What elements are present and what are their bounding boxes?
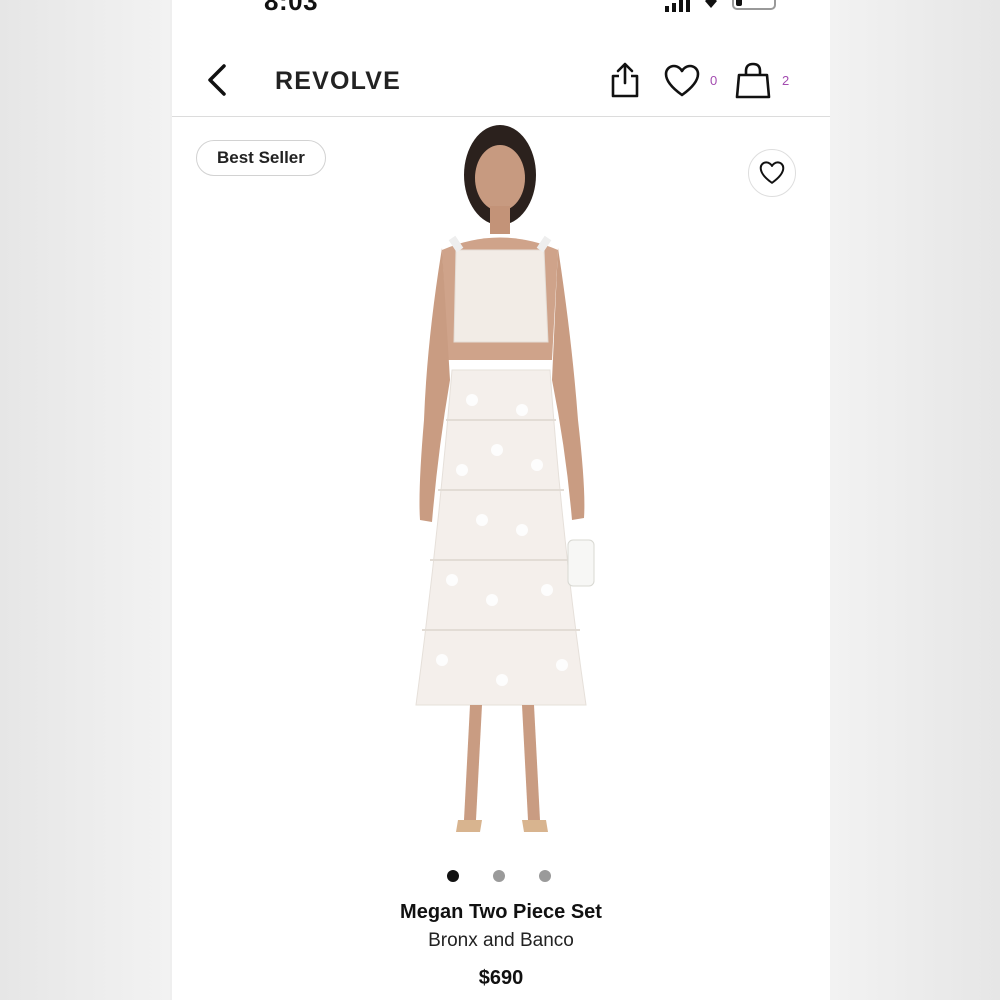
back-chevron-icon[interactable] (202, 60, 236, 100)
product-price: $690 (478, 967, 524, 989)
shopping-bag-icon[interactable] (734, 62, 772, 100)
carousel-dot-3[interactable] (539, 870, 551, 882)
signal-icon (665, 0, 690, 12)
top-nav: REVOLVE 0 2 (172, 40, 830, 117)
right-backdrop (830, 0, 1000, 1000)
battery-icon (732, 0, 776, 10)
heart-icon[interactable] (664, 64, 700, 98)
add-to-wishlist-button[interactable] (748, 149, 796, 197)
wifi-icon (705, 0, 717, 8)
wishlist-count: 0 (710, 73, 718, 88)
carousel-dot-2[interactable] (493, 870, 505, 882)
image-carousel-dots (447, 870, 551, 882)
bag-count: 2 (782, 73, 790, 88)
phone-screen: 8:03 REVOLVE 0 2 Best Seller Megan Two P… (172, 0, 830, 1000)
brand-logo[interactable]: REVOLVE (275, 67, 401, 96)
share-icon[interactable] (609, 61, 641, 99)
left-backdrop (0, 0, 170, 1000)
heart-icon (759, 161, 785, 184)
product-name: Megan Two Piece Set (400, 901, 602, 923)
best-seller-badge: Best Seller (196, 140, 326, 176)
product-brand-link[interactable]: Bronx and Banco (172, 930, 830, 952)
status-icons (665, 0, 776, 12)
status-time: 8:03 (264, 0, 319, 16)
product-image[interactable] (372, 120, 632, 860)
carousel-dot-1[interactable] (447, 870, 459, 882)
